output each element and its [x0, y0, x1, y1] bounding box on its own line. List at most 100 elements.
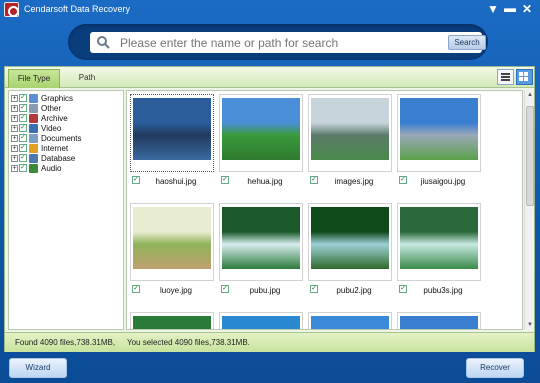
- thumbnail-image: [222, 98, 300, 160]
- search-box: Search: [90, 32, 486, 53]
- file-thumbnail[interactable]: [130, 94, 214, 172]
- file-thumbnail[interactable]: [130, 312, 214, 329]
- tree-checkbox[interactable]: ✓: [19, 134, 27, 142]
- window-title: Cendarsoft Data Recovery: [24, 4, 131, 14]
- graphics-icon: [29, 94, 38, 103]
- file-name: pubu3s.jpg: [423, 286, 463, 295]
- file-thumbnail[interactable]: [397, 312, 481, 329]
- tree-item-label: Video: [41, 124, 62, 133]
- tree-item-label: Documents: [41, 134, 82, 143]
- tree-checkbox[interactable]: ✓: [19, 144, 27, 152]
- tree-item-documents[interactable]: + ✓ Documents: [11, 134, 121, 144]
- thumbnail-view-icon: [519, 72, 528, 81]
- tab-path[interactable]: Path: [63, 69, 111, 88]
- documents-icon: [29, 134, 38, 143]
- thumbnail-image: [400, 207, 478, 269]
- file-thumbnail[interactable]: [130, 203, 214, 281]
- search-bar: Search: [68, 24, 488, 60]
- file-thumbnail[interactable]: [219, 312, 303, 329]
- thumbnail-image: [222, 207, 300, 269]
- archive-icon: [29, 114, 38, 123]
- thumbnail-image: [311, 207, 389, 269]
- tree-item-graphics[interactable]: + ✓ Graphics: [11, 94, 121, 104]
- database-icon: [29, 154, 38, 163]
- internet-icon: [29, 144, 38, 153]
- file-type-tree: + ✓ Graphics + ✓ Other + ✓ Archive + ✓ Video + ✓ Docum…: [8, 90, 124, 330]
- file-name: pubu.jpg: [249, 286, 281, 295]
- tree-item-archive[interactable]: + ✓ Archive: [11, 114, 121, 124]
- scroll-up-icon[interactable]: ▲: [526, 91, 534, 99]
- list-view-button[interactable]: [497, 69, 514, 85]
- expand-icon[interactable]: +: [11, 95, 18, 102]
- status-bar: Found 4090 files,738.31MB, You selected …: [5, 332, 534, 352]
- expand-icon[interactable]: +: [11, 135, 18, 142]
- tree-item-label: Archive: [41, 114, 68, 123]
- tab-bar: File Type Path: [5, 67, 534, 88]
- menu-icon[interactable]: ▼: [486, 2, 500, 16]
- thumbnail-image: [133, 98, 211, 160]
- app-logo-icon: [4, 2, 19, 17]
- search-icon: [97, 36, 110, 49]
- file-name: pubu2.jpg: [336, 286, 372, 295]
- thumbnail-image: [133, 207, 211, 269]
- expand-icon[interactable]: +: [11, 105, 18, 112]
- file-thumbnail[interactable]: [308, 94, 392, 172]
- thumbnail-image: [311, 98, 389, 160]
- tree-item-video[interactable]: + ✓ Video: [11, 124, 121, 134]
- expand-icon[interactable]: +: [11, 155, 18, 162]
- thumbnail-image: [222, 316, 300, 329]
- file-name: jiusaigou.jpg: [420, 177, 466, 186]
- tree-item-database[interactable]: + ✓ Database: [11, 154, 121, 164]
- expand-icon[interactable]: +: [11, 115, 18, 122]
- tree-checkbox[interactable]: ✓: [19, 94, 27, 102]
- wizard-button[interactable]: Wizard: [9, 358, 67, 378]
- thumbnail-image: [311, 316, 389, 329]
- tree-item-internet[interactable]: + ✓ Internet: [11, 144, 121, 154]
- tree-checkbox[interactable]: ✓: [19, 164, 27, 172]
- file-name: haoshui.jpg: [155, 177, 197, 186]
- tree-item-label: Internet: [41, 144, 69, 153]
- recover-button[interactable]: Recover: [466, 358, 524, 378]
- tree-item-other[interactable]: + ✓ Other: [11, 104, 121, 114]
- app-window: Cendarsoft Data Recovery ▼ ▬ ✕ Search Fi…: [0, 0, 540, 383]
- tree-item-label: Database: [41, 154, 76, 163]
- search-input[interactable]: [120, 33, 440, 52]
- status-selected-text: You selected 4090 files,738.31MB.: [127, 338, 250, 347]
- thumbnail-view-button[interactable]: [516, 69, 533, 85]
- file-name: luoye.jpg: [159, 286, 193, 295]
- file-thumbnail[interactable]: [308, 312, 392, 329]
- minimize-icon[interactable]: ▬: [503, 1, 517, 15]
- tree-item-audio[interactable]: + ✓ Audio: [11, 164, 121, 174]
- file-thumbnail[interactable]: [397, 94, 481, 172]
- file-thumbnail[interactable]: [308, 203, 392, 281]
- expand-icon[interactable]: +: [11, 145, 18, 152]
- tree-checkbox[interactable]: ✓: [19, 104, 27, 112]
- scroll-down-icon[interactable]: ▼: [526, 321, 534, 329]
- tree-checkbox[interactable]: ✓: [19, 124, 27, 132]
- expand-icon[interactable]: +: [11, 165, 18, 172]
- status-found-text: Found 4090 files,738.31MB,: [15, 338, 116, 347]
- file-thumbnail[interactable]: [219, 94, 303, 172]
- tree-checkbox[interactable]: ✓: [19, 114, 27, 122]
- tree-item-label: Other: [41, 104, 62, 113]
- thumbnail-grid: ✓ haoshui.jpg ✓ hehua.jpg ✓ images.jpg ✓ jiusai…: [126, 90, 523, 330]
- file-name: hehua.jpg: [247, 177, 283, 186]
- main-panel: File Type Path + ✓ Graphics + ✓ Other + ✓ Archiv…: [4, 66, 535, 352]
- expand-icon[interactable]: +: [11, 125, 18, 132]
- video-icon: [29, 124, 38, 133]
- search-button[interactable]: Search: [448, 35, 486, 50]
- file-name: images.jpg: [334, 177, 374, 186]
- tree-item-label: Graphics: [41, 94, 74, 103]
- close-icon[interactable]: ✕: [520, 2, 534, 16]
- thumbnail-image: [400, 316, 478, 329]
- thumbnail-image: [133, 316, 211, 329]
- tree-checkbox[interactable]: ✓: [19, 154, 27, 162]
- file-thumbnail[interactable]: [397, 203, 481, 281]
- scroll-thumb[interactable]: [526, 106, 534, 206]
- audio-icon: [29, 164, 38, 173]
- thumbnail-image: [400, 98, 478, 160]
- file-thumbnail[interactable]: [219, 203, 303, 281]
- tab-file-type[interactable]: File Type: [8, 69, 60, 88]
- vertical-scrollbar[interactable]: ▲ ▼: [524, 90, 534, 330]
- other-icon: [29, 104, 38, 113]
